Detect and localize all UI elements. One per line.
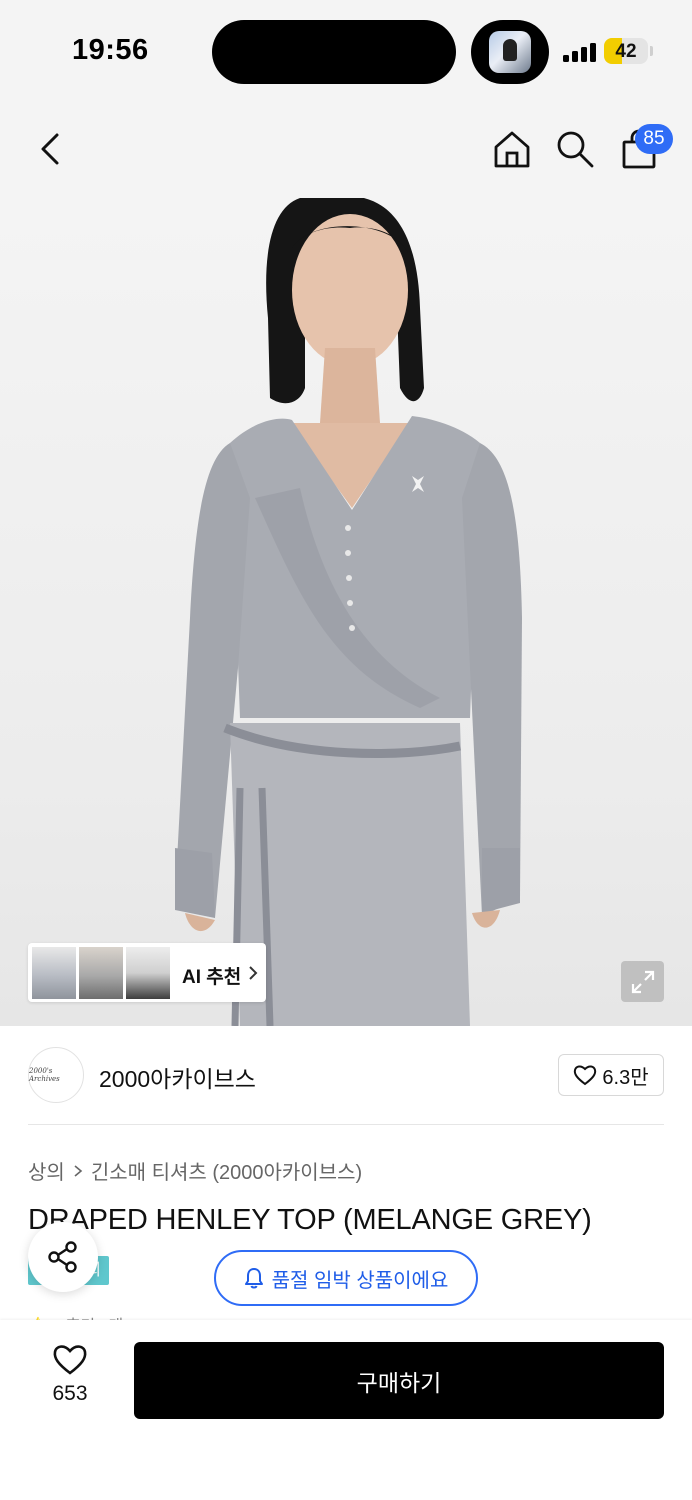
brand-like-button[interactable]: 6.3만 (558, 1054, 664, 1096)
wishlist-count: 653 (52, 1382, 88, 1405)
brand-like-count: 6.3만 (602, 1066, 649, 1089)
buy-button[interactable]: 구매하기 (134, 1342, 664, 1419)
product-title: DRAPED HENLEY TOP (MELANGE GREY) (28, 1204, 592, 1236)
expand-icon (631, 970, 654, 993)
restock-alert-label: 품절 임박 상품이에요 (271, 1269, 449, 1292)
ai-thumbnail (79, 947, 123, 999)
live-activity[interactable] (471, 20, 549, 84)
status-bar: 19:56 42 (0, 0, 692, 100)
back-icon (41, 133, 59, 165)
share-icon (48, 1241, 77, 1273)
back-button[interactable] (28, 127, 72, 171)
search-icon (557, 131, 594, 168)
chevron-right-icon (74, 1164, 83, 1177)
brand-logo[interactable]: 2000's Archives (28, 1047, 84, 1103)
live-activity-avatar (489, 31, 531, 73)
model-photo (175, 198, 522, 1026)
breadcrumb-subcategory[interactable]: 긴소매 티셔츠 (2000아카이브스) (91, 1156, 362, 1185)
battery-icon: 42 (604, 38, 648, 64)
bell-icon (244, 1268, 263, 1289)
battery-nub (650, 46, 653, 56)
ai-thumbnail (126, 947, 170, 999)
ai-thumbnail (32, 947, 76, 999)
battery-level: 42 (615, 41, 637, 62)
breadcrumb-category[interactable]: 상의 (28, 1156, 65, 1185)
share-button[interactable] (28, 1222, 98, 1292)
status-time: 19:56 (72, 34, 149, 66)
bottom-action-bar: 653 구매하기 (0, 1320, 692, 1500)
brand-logo-text: 2000's Archives (29, 1067, 60, 1083)
brand-row: 2000's Archives 2000아카이브스 6.3만 (0, 1026, 692, 1126)
ai-recommend-card[interactable]: AI 추천 (28, 943, 266, 1002)
heart-icon (574, 1065, 597, 1086)
heart-icon (53, 1345, 87, 1375)
cart-count-badge: 85 (635, 124, 673, 154)
breadcrumb: 상의 긴소매 티셔츠 (2000아카이브스) (28, 1156, 362, 1185)
brand-name[interactable]: 2000아카이브스 (99, 1060, 256, 1094)
cellular-signal-icon (563, 42, 597, 62)
restock-alert-button[interactable]: 품절 임박 상품이에요 (214, 1250, 478, 1306)
dynamic-island (212, 20, 456, 84)
home-icon (494, 131, 530, 168)
search-button[interactable] (553, 127, 597, 171)
expand-image-button[interactable] (621, 961, 664, 1002)
wishlist-button[interactable]: 653 (28, 1344, 112, 1420)
chevron-right-icon (249, 966, 258, 980)
home-button[interactable] (490, 127, 534, 171)
product-image[interactable] (0, 198, 692, 1026)
ai-recommend-label: AI 추천 (182, 967, 242, 988)
top-nav (0, 100, 692, 198)
divider (28, 1124, 664, 1125)
